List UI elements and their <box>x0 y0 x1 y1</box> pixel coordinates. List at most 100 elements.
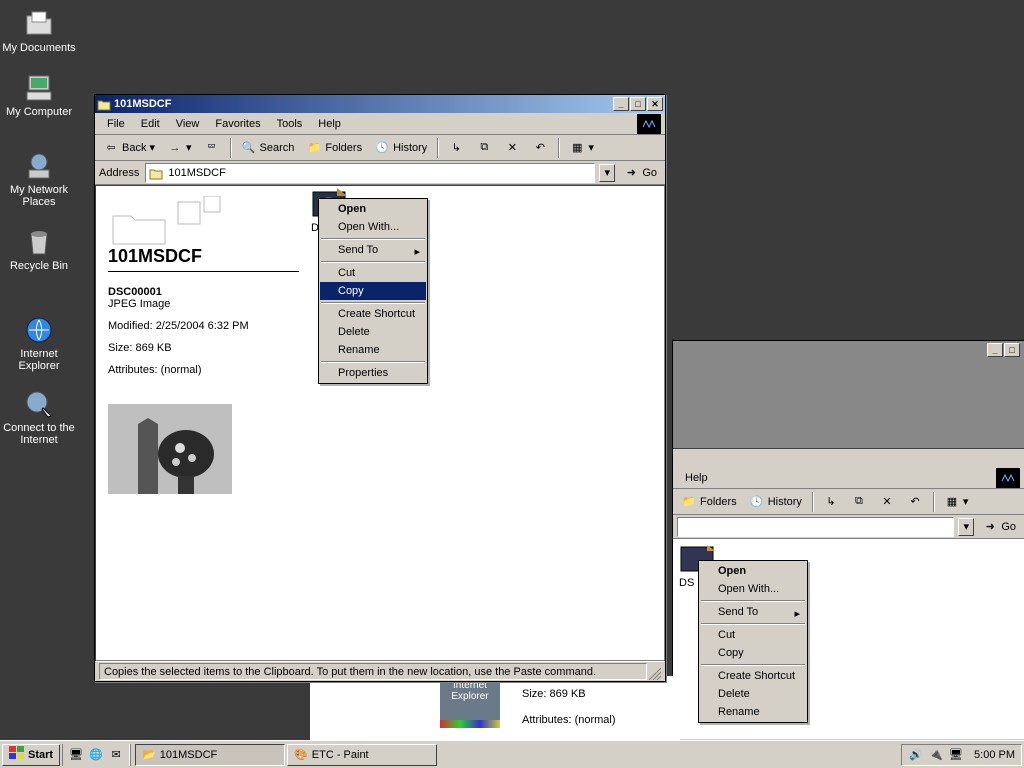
menubar: File Edit View Favorites Tools Help <box>95 113 665 135</box>
menu-file[interactable]: File <box>99 116 133 132</box>
close-button[interactable]: ✕ <box>647 97 663 111</box>
menu-help[interactable]: Help <box>310 116 349 132</box>
titlebar[interactable]: 101MSDCF _ □ ✕ <box>95 95 665 113</box>
toolbar-folders[interactable]: 📁Folders <box>677 492 741 512</box>
menu-tools[interactable]: Tools <box>269 116 311 132</box>
task-button-etc-paint[interactable]: 🎨 ETC - Paint <box>287 744 437 766</box>
system-tray: 🔊 🔌 🖥 5:00 PM <box>901 744 1022 766</box>
moveto-icon: ↳ <box>823 494 839 510</box>
desktop-icon-recycle-bin[interactable]: Recycle Bin <box>2 226 76 272</box>
context-item-create-shortcut[interactable]: Create Shortcut <box>700 667 806 685</box>
menu-favorites[interactable]: Favorites <box>207 116 268 132</box>
tray-clock[interactable]: 5:00 PM <box>968 749 1015 761</box>
address-label: Address <box>99 167 141 179</box>
menu-view[interactable]: View <box>168 116 208 132</box>
toolbar-copyto[interactable]: ⧉ <box>472 138 496 158</box>
context-item-properties[interactable]: Properties <box>320 364 426 382</box>
context-item-copy[interactable]: Copy <box>320 282 426 300</box>
folder-graphic-icon <box>108 196 299 246</box>
addressbar: Address 101MSDCF ▾ ➜Go <box>95 161 665 185</box>
start-button[interactable]: Start <box>2 744 60 766</box>
toolbar-undo[interactable]: ↶ <box>903 492 927 512</box>
context-item-rename[interactable]: Rename <box>700 703 806 721</box>
ie-throbber-icon <box>996 468 1020 488</box>
toolbar-moveto[interactable]: ↳ <box>444 138 468 158</box>
address-field[interactable]: 101MSDCF <box>145 163 595 183</box>
forward-icon: → <box>167 140 183 156</box>
tray-network-icon[interactable]: 🔌 <box>928 747 944 763</box>
context-item-cut[interactable]: Cut <box>700 626 806 644</box>
context-item-cut[interactable]: Cut <box>320 264 426 282</box>
maximize-button[interactable]: □ <box>630 97 646 111</box>
ql-show-desktop-icon[interactable]: 🖥 <box>67 746 85 764</box>
ql-ie-icon[interactable]: 🌐 <box>87 746 105 764</box>
menu-edit[interactable]: Edit <box>133 116 168 132</box>
context-separator <box>321 302 425 303</box>
windows-logo-icon <box>9 746 25 763</box>
toolbar-history[interactable]: 🕓History <box>370 138 431 158</box>
info-panel: 101MSDCF DSC00001 JPEG Image Modified: 2… <box>96 186 311 660</box>
toolbar-up[interactable]: ⮹ <box>200 138 224 158</box>
ql-outlook-icon[interactable]: ✉ <box>107 746 125 764</box>
task-button-101msdcf[interactable]: 📂 101MSDCF <box>135 744 285 766</box>
toolbar-delete[interactable]: ✕ <box>875 492 899 512</box>
toolbar-undo[interactable]: ↶ <box>528 138 552 158</box>
selected-file-type: JPEG Image <box>108 298 299 310</box>
toolbar-moveto[interactable]: ↳ <box>819 492 843 512</box>
toolbar-copyto[interactable]: ⧉ <box>847 492 871 512</box>
context-separator <box>321 261 425 262</box>
go-button[interactable]: ➜Go <box>619 165 661 181</box>
go-icon: ➜ <box>623 165 639 181</box>
context-item-send-to[interactable]: Send To▸ <box>700 603 806 621</box>
maximize-button[interactable]: □ <box>1004 343 1020 357</box>
attributes-line: Attributes: (normal) <box>522 714 616 726</box>
desktop-icon-network-places[interactable]: My Network Places <box>2 150 76 208</box>
context-item-open[interactable]: Open <box>700 562 806 580</box>
toolbar-folders[interactable]: 📁Folders <box>302 138 366 158</box>
statusbar: Copies the selected items to the Clipboa… <box>95 661 665 681</box>
toolbar-views[interactable]: ▦▾ <box>565 138 598 158</box>
context-item-open-with-[interactable]: Open With... <box>700 580 806 598</box>
status-text: Copies the selected items to the Clipboa… <box>99 663 647 680</box>
toolbar-search[interactable]: 🔍Search <box>237 138 299 158</box>
ie-throbber-icon <box>637 114 661 134</box>
context-item-copy[interactable]: Copy <box>700 644 806 662</box>
undo-icon: ↶ <box>532 140 548 156</box>
address-dropdown[interactable]: ▾ <box>599 164 615 182</box>
menu-help[interactable]: Help <box>677 470 716 486</box>
address-dropdown[interactable]: ▾ <box>958 518 974 536</box>
toolbar-views[interactable]: ▦▾ <box>940 492 973 512</box>
context-separator <box>701 600 805 601</box>
minimize-button[interactable]: _ <box>987 343 1003 357</box>
tray-display-icon[interactable]: 🖥 <box>948 747 964 763</box>
context-item-create-shortcut[interactable]: Create Shortcut <box>320 305 426 323</box>
context-item-open[interactable]: Open <box>320 200 426 218</box>
delete-icon: ✕ <box>504 140 520 156</box>
desktop-icon-internet-explorer[interactable]: Internet Explorer <box>2 314 76 372</box>
context-item-rename[interactable]: Rename <box>320 341 426 359</box>
connect-internet-icon <box>23 388 55 420</box>
address-field[interactable] <box>677 517 954 537</box>
taskbar: Start 🖥 🌐 ✉ 📂 101MSDCF 🎨 ETC - Paint 🔊 🔌… <box>0 740 1024 768</box>
context-item-send-to[interactable]: Send To▸ <box>320 241 426 259</box>
resize-grip[interactable] <box>647 663 661 680</box>
context-item-open-with-[interactable]: Open With... <box>320 218 426 236</box>
history-icon: 🕓 <box>374 140 390 156</box>
minimize-button[interactable]: _ <box>613 97 629 111</box>
context-separator <box>321 361 425 362</box>
toolbar-delete[interactable]: ✕ <box>500 138 524 158</box>
toolbar-back[interactable]: ⇦Back ▾ <box>99 138 159 158</box>
go-button[interactable]: ➜Go <box>978 519 1020 535</box>
context-item-delete[interactable]: Delete <box>320 323 426 341</box>
desktop-icon-my-documents[interactable]: My Documents <box>2 8 76 54</box>
toolbar-forward[interactable]: →▾ <box>163 138 196 158</box>
explorer-window-secondary-fragment: Internet Explorer Size: 869 KB Attribute… <box>310 676 680 740</box>
tray-volume-icon[interactable]: 🔊 <box>908 747 924 763</box>
folder-name-heading: 101MSDCF <box>108 246 299 272</box>
context-item-delete[interactable]: Delete <box>700 685 806 703</box>
toolbar-history[interactable]: 🕓History <box>745 492 806 512</box>
submenu-arrow-icon: ▸ <box>794 607 800 620</box>
up-icon: ⮹ <box>204 140 220 156</box>
desktop-icon-connect-internet[interactable]: Connect to the Internet <box>2 388 76 446</box>
desktop-icon-my-computer[interactable]: My Computer <box>2 72 76 118</box>
